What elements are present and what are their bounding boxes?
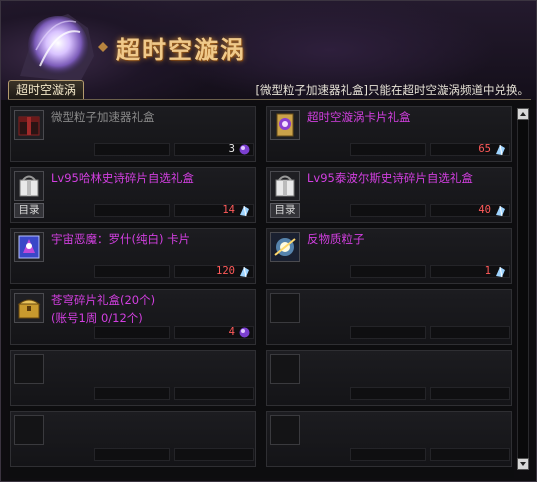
- empty-icon-slot: [14, 415, 44, 445]
- title-flourish-icon: [98, 42, 108, 52]
- shop-item-slot[interactable]: 超时空漩涡卡片礼盒 65: [266, 106, 512, 162]
- gold-chest-icon[interactable]: [14, 293, 44, 323]
- crystal-shard-icon: [496, 144, 505, 156]
- item-name: 超时空漩涡卡片礼盒: [307, 110, 411, 124]
- crystal-shard-icon: [240, 266, 249, 278]
- empty-slot: [266, 411, 512, 467]
- price-field: [350, 265, 426, 278]
- empty-icon-slot: [270, 293, 300, 323]
- purple-orb-icon: [239, 327, 250, 338]
- price-field: [350, 448, 426, 461]
- item-name: 反物质粒子: [307, 232, 365, 246]
- cost-field: [430, 448, 510, 461]
- item-cost: 4: [228, 326, 235, 338]
- item-cost: 65: [478, 143, 491, 155]
- price-field: [94, 265, 170, 278]
- golden-card-box-icon[interactable]: [270, 110, 300, 140]
- price-field: [94, 204, 170, 217]
- scroll-up-button[interactable]: [517, 108, 529, 120]
- price-field: [350, 387, 426, 400]
- scrollbar[interactable]: [517, 108, 529, 470]
- item-cost: 3: [228, 143, 235, 155]
- vortex-orb-icon: [20, 14, 94, 82]
- crystal-shard-icon: [496, 266, 505, 278]
- price-field: [94, 448, 170, 461]
- scroll-down-button[interactable]: [517, 458, 529, 470]
- purchase-limit: (账号1周 0/12个): [51, 311, 143, 325]
- white-gift-box-icon[interactable]: [14, 171, 44, 201]
- crystal-shard-icon: [240, 205, 249, 217]
- price-field: [94, 387, 170, 400]
- item-cost: 1: [484, 265, 491, 277]
- cost-field: [174, 387, 254, 400]
- item-name: 宇宙恶魔：罗什(纯白) 卡片: [51, 232, 191, 246]
- header-banner: 超时空漩涡 超时空漩涡 [微型粒子加速器礼盒]只能在超时空漩涡频道中兑换。: [0, 0, 537, 100]
- shop-item-slot[interactable]: 反物质粒子 1: [266, 228, 512, 284]
- price-field: [94, 143, 170, 156]
- empty-slot: [10, 350, 256, 406]
- item-cost: 40: [478, 204, 491, 216]
- white-gift-box-icon[interactable]: [270, 171, 300, 201]
- tab-vortex[interactable]: 超时空漩涡: [8, 80, 84, 100]
- item-name: 微型粒子加速器礼盒: [51, 110, 155, 124]
- empty-slot: [10, 411, 256, 467]
- cost-field: [174, 448, 254, 461]
- item-name: 苍穹碎片礼盒(20个): [51, 293, 156, 307]
- shop-item-slot[interactable]: 宇宙恶魔：罗什(纯白) 卡片 120: [10, 228, 256, 284]
- tab-divider: [8, 99, 531, 100]
- cost-field: [430, 326, 510, 339]
- shop-item-slot[interactable]: 微型粒子加速器礼盒 3: [10, 106, 256, 162]
- catalog-button[interactable]: 目录: [14, 203, 44, 218]
- black-red-box-icon[interactable]: [14, 110, 44, 140]
- catalog-button[interactable]: 目录: [270, 203, 300, 218]
- empty-slot: [266, 350, 512, 406]
- item-grid: 微型粒子加速器礼盒 3 超时空漩涡卡片礼盒 65 目录 Lv95哈林史诗碎片自选…: [8, 104, 514, 478]
- empty-icon-slot: [14, 354, 44, 384]
- shop-item-slot[interactable]: 苍穹碎片礼盒(20个) (账号1周 0/12个) 4: [10, 289, 256, 345]
- blue-card-icon[interactable]: [14, 232, 44, 262]
- price-field: [350, 143, 426, 156]
- price-field: [350, 326, 426, 339]
- price-field: [350, 204, 426, 217]
- shop-item-slot[interactable]: 目录 Lv95哈林史诗碎片自选礼盒 14: [10, 167, 256, 223]
- shop-item-slot[interactable]: 目录 Lv95泰波尔斯史诗碎片自选礼盒 40: [266, 167, 512, 223]
- item-name: Lv95泰波尔斯史诗碎片自选礼盒: [307, 171, 473, 185]
- empty-icon-slot: [270, 415, 300, 445]
- item-cost: 120: [216, 265, 235, 277]
- crystal-shard-icon: [496, 205, 505, 217]
- item-name: Lv95哈林史诗碎片自选礼盒: [51, 171, 194, 185]
- exchange-notice: [微型粒子加速器礼盒]只能在超时空漩涡频道中兑换。: [255, 83, 529, 97]
- cost-field: [430, 387, 510, 400]
- price-field: [94, 326, 170, 339]
- empty-slot: [266, 289, 512, 345]
- light-particle-icon[interactable]: [270, 232, 300, 262]
- item-cost: 14: [222, 204, 235, 216]
- window-title: 超时空漩涡: [116, 35, 246, 64]
- purple-orb-icon: [239, 144, 250, 155]
- shop-window: 超时空漩涡 超时空漩涡 [微型粒子加速器礼盒]只能在超时空漩涡频道中兑换。 微型…: [0, 0, 537, 482]
- empty-icon-slot: [270, 354, 300, 384]
